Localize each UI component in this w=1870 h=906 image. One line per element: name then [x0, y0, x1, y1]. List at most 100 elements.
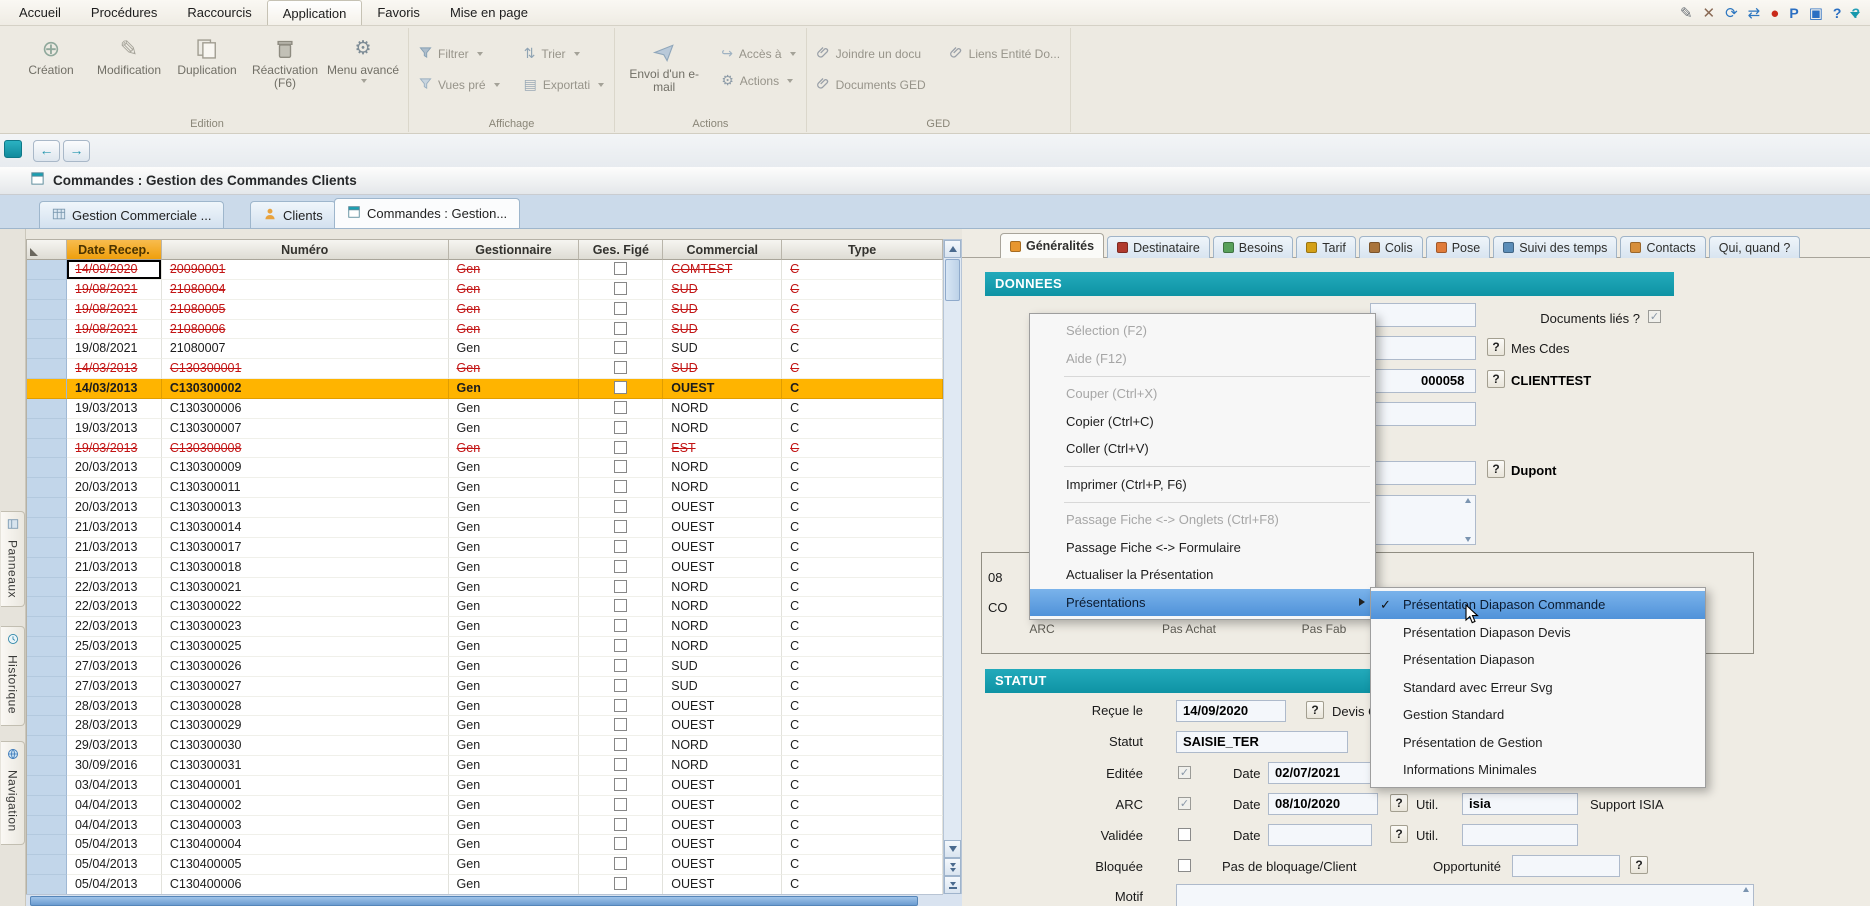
fige-checkbox[interactable]	[614, 341, 627, 354]
editee-checkbox[interactable]	[1178, 766, 1191, 779]
fige-checkbox[interactable]	[614, 818, 627, 831]
donnees-field[interactable]	[1370, 303, 1476, 327]
ribbon-button-modification[interactable]: ✎Modification	[90, 30, 168, 114]
table-row[interactable]: 05/04/2013C130400006GenOUESTC	[27, 875, 943, 895]
table-row[interactable]: 22/03/2013C130300023GenNORDC	[27, 617, 943, 637]
row-selector[interactable]	[27, 855, 67, 875]
fige-checkbox[interactable]	[614, 302, 627, 315]
fige-checkbox[interactable]	[614, 599, 627, 612]
table-row[interactable]: 05/04/2013C130400005GenOUESTC	[27, 855, 943, 875]
row-selector[interactable]	[27, 796, 67, 816]
fige-checkbox[interactable]	[614, 758, 627, 771]
menu-item-raccourcis[interactable]: Raccourcis	[172, 0, 266, 25]
row-selector[interactable]	[27, 558, 67, 578]
fige-checkbox[interactable]	[614, 718, 627, 731]
row-selector[interactable]	[27, 538, 67, 558]
horizontal-scroll-thumb[interactable]	[30, 896, 918, 906]
opportunite-help-button[interactable]: ?	[1630, 856, 1648, 874]
statut-field[interactable]: SAISIE_TER	[1176, 731, 1348, 753]
table-row[interactable]: 14/09/202020090001GenCOMTESTC	[27, 260, 943, 280]
motif-field[interactable]	[1176, 884, 1754, 906]
table-row[interactable]: 14/03/2013C130300002GenOUESTC	[27, 379, 943, 399]
table-row[interactable]: 27/03/2013C130300027GenSUDC	[27, 677, 943, 697]
mes-cdes-help-button[interactable]: ?	[1487, 338, 1505, 356]
contact-help-button[interactable]: ?	[1487, 460, 1505, 478]
row-selector[interactable]	[27, 816, 67, 836]
pdf-icon[interactable]: P	[1789, 6, 1798, 20]
table-row[interactable]: 21/03/2013C130300018GenOUESTC	[27, 558, 943, 578]
row-selector[interactable]	[27, 677, 67, 697]
scroll-end-button[interactable]	[944, 876, 961, 894]
tab-commandes-gestion[interactable]: Commandes : Gestion...	[334, 198, 520, 228]
forward-button[interactable]: →	[63, 140, 90, 162]
row-selector[interactable]	[27, 399, 67, 419]
table-row[interactable]: 21/03/2013C130300014GenOUESTC	[27, 518, 943, 538]
fige-checkbox[interactable]	[614, 699, 627, 712]
submenu-item-presentation-diapason-devis[interactable]: Présentation Diapason Devis	[1371, 619, 1705, 647]
panel-tab-tarif[interactable]: Tarif	[1296, 236, 1356, 258]
fige-checkbox[interactable]	[614, 480, 627, 493]
scroll-chevrons-icon[interactable]	[1462, 498, 1473, 542]
fige-checkbox[interactable]	[614, 421, 627, 434]
table-row[interactable]: 20/03/2013C130300011GenNORDC	[27, 478, 943, 498]
table-row[interactable]: 25/03/2013C130300025GenNORDC	[27, 637, 943, 657]
panel-tab-suivi-des-temps[interactable]: Suivi des temps	[1493, 236, 1617, 258]
menu-item-procedures[interactable]: Procédures	[76, 0, 172, 25]
table-row[interactable]: 19/03/2013C130300008GenESTC	[27, 439, 943, 459]
table-row[interactable]: 19/03/2013C130300007GenNORDC	[27, 419, 943, 439]
delete-icon[interactable]: ✕	[1703, 6, 1716, 21]
tab-clients[interactable]: Clients	[250, 201, 336, 228]
record-icon[interactable]: ●	[1770, 6, 1779, 21]
menu-item-application[interactable]: Application	[267, 0, 363, 25]
row-selector[interactable]	[27, 300, 67, 320]
context-menu-item-copier-ctrl-c[interactable]: Copier (Ctrl+C)	[1030, 408, 1375, 436]
row-selector[interactable]	[27, 776, 67, 796]
recue-le-field[interactable]: 14/09/2020	[1176, 700, 1286, 722]
help-icon[interactable]: ?	[1833, 6, 1842, 20]
table-row[interactable]: 05/04/2013C130400004GenOUESTC	[27, 835, 943, 855]
column-header-ges-fige[interactable]: Ges. Figé	[579, 240, 663, 260]
row-selector[interactable]	[27, 716, 67, 736]
refresh-icon[interactable]: ⟳	[1725, 6, 1738, 21]
column-header-commercial[interactable]: Commercial	[663, 240, 782, 260]
context-menu-item-passage-fiche-formulaire[interactable]: Passage Fiche <-> Formulaire	[1030, 534, 1375, 562]
ribbon-button-acces-a[interactable]: ↪Accès à	[717, 46, 799, 61]
motif-scroll-chevrons-icon[interactable]	[1740, 887, 1751, 906]
validee-checkbox[interactable]	[1178, 828, 1191, 841]
table-row[interactable]: 04/04/2013C130400003GenOUESTC	[27, 816, 943, 836]
table-row[interactable]: 19/08/202121080004GenSUDC	[27, 280, 943, 300]
screen-icon[interactable]: ▣	[1809, 6, 1823, 21]
column-header-numero[interactable]: Numéro	[162, 240, 449, 260]
table-row[interactable]: 28/03/2013C130300029GenOUESTC	[27, 716, 943, 736]
ribbon-button-joindre-un-docu[interactable]: Joindre un docu	[813, 40, 930, 67]
submenu-item-informations-minimales[interactable]: Informations Minimales	[1371, 756, 1705, 784]
fige-checkbox[interactable]	[614, 798, 627, 811]
submenu-item-presentation-diapason-commande[interactable]: ✓Présentation Diapason Commande	[1371, 591, 1705, 619]
fige-checkbox[interactable]	[614, 857, 627, 870]
fige-checkbox[interactable]	[614, 282, 627, 295]
row-selector[interactable]	[27, 756, 67, 776]
panel-tab-contacts[interactable]: Contacts	[1620, 236, 1705, 258]
titlebar-dropdown-icon[interactable]	[1850, 12, 1860, 18]
scroll-down-button[interactable]	[944, 840, 961, 858]
table-row[interactable]: 03/04/2013C130400001GenOUESTC	[27, 776, 943, 796]
validee-util-field[interactable]	[1462, 824, 1578, 846]
ribbon-button-envoi-d-un-e-mail[interactable]: Envoi d'un e-mail	[621, 34, 707, 94]
table-row[interactable]: 19/08/202121080005GenSUDC	[27, 300, 943, 320]
scroll-up-button[interactable]	[944, 240, 961, 258]
ribbon-button-menu-avance[interactable]: ⚙Menu avancé	[324, 30, 402, 114]
row-selector[interactable]	[27, 439, 67, 459]
arc-checkbox[interactable]	[1178, 797, 1191, 810]
ribbon-button-reactivation-f6[interactable]: Réactivation (F6)	[246, 30, 324, 114]
devis-help-button[interactable]: ?	[1306, 701, 1324, 719]
validee-date-field[interactable]	[1268, 824, 1372, 846]
table-row[interactable]: 19/08/202121080006GenSUDC	[27, 320, 943, 340]
donnees-field[interactable]	[1370, 336, 1476, 360]
submenu-item-gestion-standard[interactable]: Gestion Standard	[1371, 701, 1705, 729]
row-selector[interactable]	[27, 379, 67, 399]
fige-checkbox[interactable]	[614, 560, 627, 573]
fige-checkbox[interactable]	[614, 401, 627, 414]
table-row[interactable]: 30/09/2016C130300031GenNORDC	[27, 756, 943, 776]
table-row[interactable]: 27/03/2013C130300026GenSUDC	[27, 657, 943, 677]
scroll-thumb[interactable]	[945, 259, 960, 301]
